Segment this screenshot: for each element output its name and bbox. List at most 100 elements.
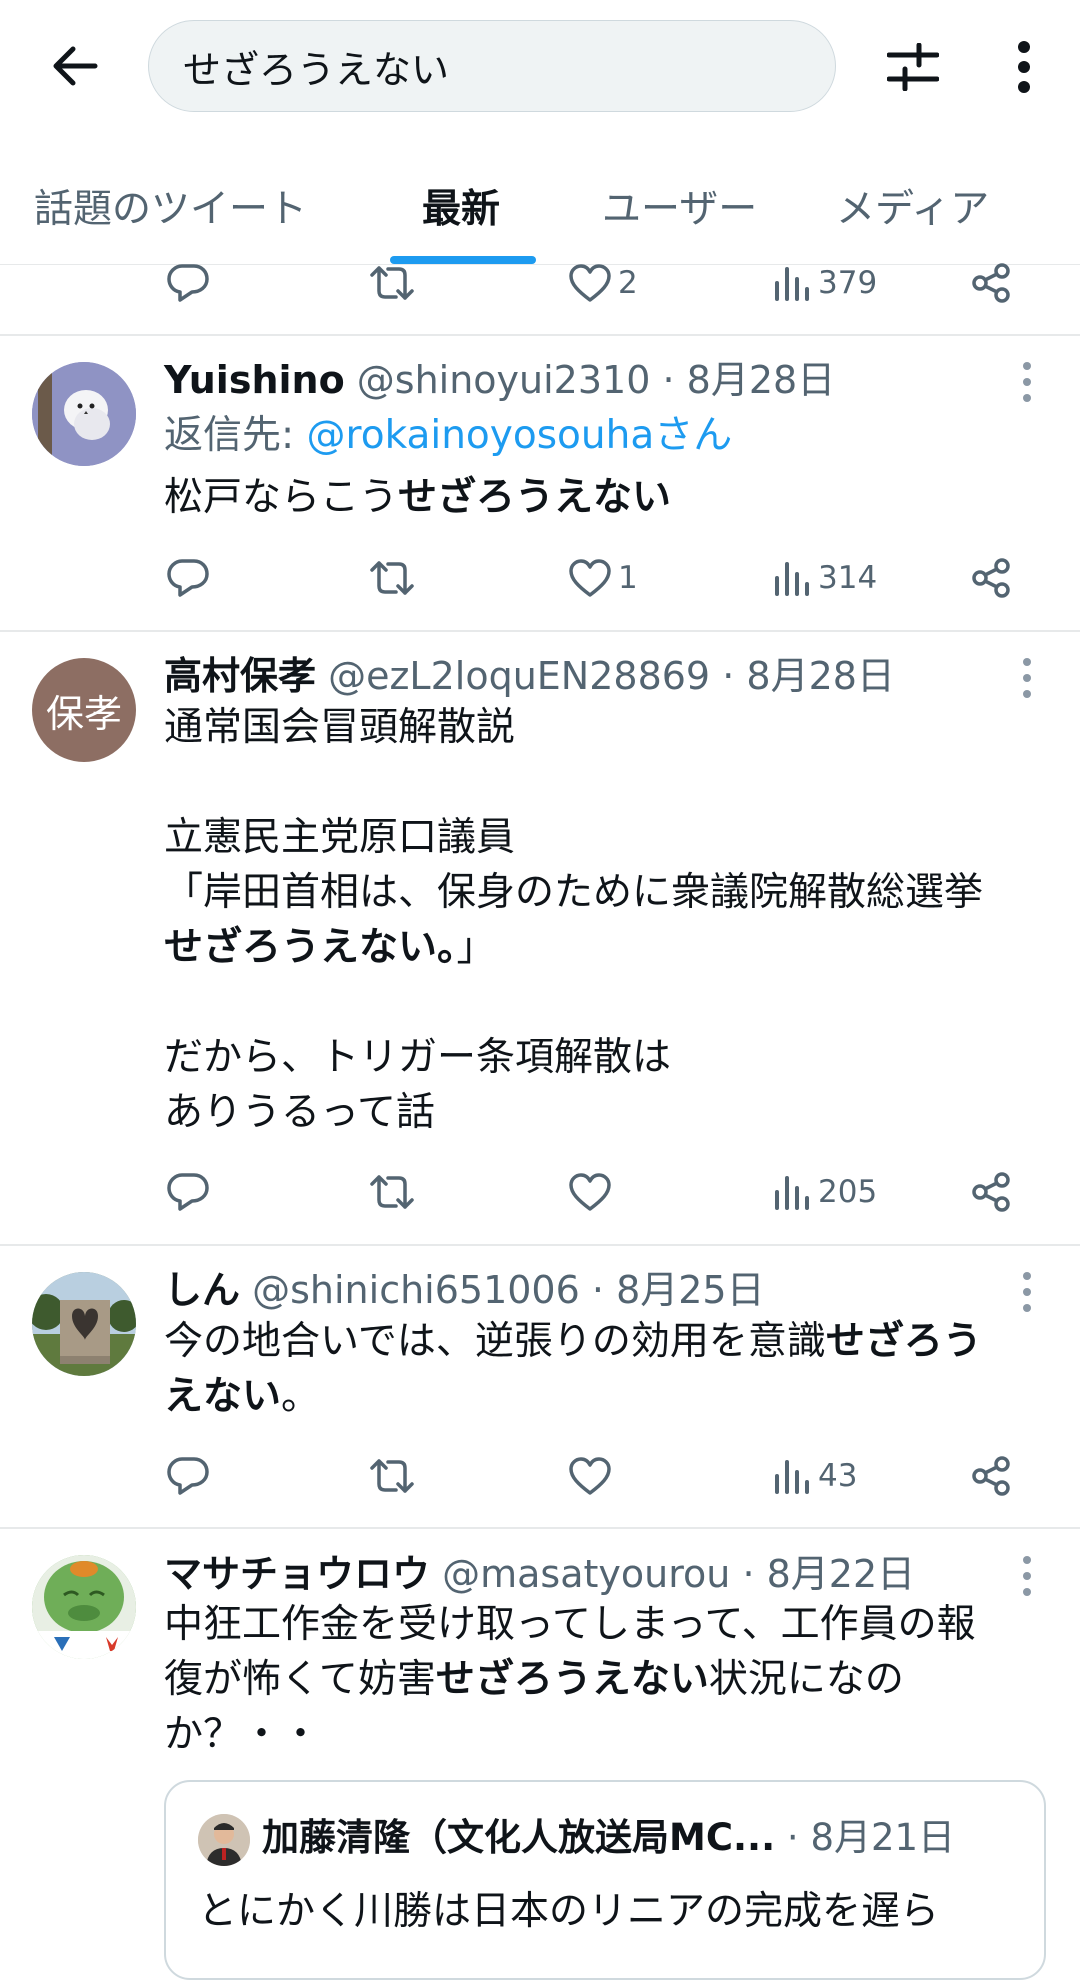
views-button[interactable]: 43 bbox=[772, 1446, 857, 1506]
user-handle[interactable]: @masatyourou bbox=[442, 1552, 730, 1596]
tweet-text: ありうるって話 bbox=[164, 1085, 435, 1140]
tab-people[interactable]: ユーザー bbox=[602, 178, 757, 234]
like-button[interactable] bbox=[568, 1446, 618, 1506]
tweet-actions: 205 bbox=[0, 1162, 1080, 1222]
tweet-actions: 43 bbox=[0, 1446, 1080, 1506]
share-icon bbox=[972, 263, 1010, 303]
tweet-header: Yuishino @shinoyui2310 · 8月28日 bbox=[164, 354, 835, 406]
share-button[interactable] bbox=[970, 253, 1012, 313]
tweet-date[interactable]: 8月28日 bbox=[746, 654, 895, 698]
reply-button[interactable] bbox=[166, 1446, 210, 1506]
tweet-text: 復が怖くて妨害せざろうえない状況になの bbox=[164, 1652, 904, 1707]
retweet-icon bbox=[370, 1175, 414, 1209]
share-button[interactable] bbox=[970, 548, 1012, 608]
back-button[interactable] bbox=[40, 40, 110, 92]
quote-avatar[interactable] bbox=[198, 1814, 250, 1866]
tweet-more-icon[interactable] bbox=[1018, 1552, 1036, 1600]
search-filter-button[interactable] bbox=[880, 34, 946, 100]
tweet-text: 通常国会冒頭解散説 bbox=[164, 700, 515, 755]
reply-mention-link[interactable]: @rokainoyosouhaさん bbox=[307, 413, 733, 458]
display-name[interactable]: Yuishino bbox=[164, 358, 345, 402]
reply-button[interactable] bbox=[166, 253, 210, 313]
tab-media[interactable]: メディア bbox=[836, 178, 989, 234]
separator-dot: · bbox=[786, 1816, 811, 1859]
tweet-date[interactable]: 8月28日 bbox=[687, 358, 836, 402]
tab-top[interactable]: 話題のツイート bbox=[34, 178, 307, 234]
reply-button[interactable] bbox=[166, 548, 210, 608]
like-button[interactable]: 2 bbox=[568, 253, 638, 313]
quote-date[interactable]: 8月21日 bbox=[810, 1816, 955, 1859]
display-name[interactable]: 高村保孝 bbox=[164, 654, 316, 698]
search-highlight: せざろう bbox=[825, 1319, 982, 1364]
retweet-icon bbox=[370, 266, 414, 300]
previous-tweet-actions: 2 379 bbox=[0, 253, 1080, 313]
retweet-button[interactable] bbox=[368, 253, 416, 313]
quoted-tweet[interactable]: 加藤清隆（文化人放送局MC... · 8月21日 とにかく川勝は日本のリニアの完… bbox=[164, 1780, 1046, 1980]
search-highlight: えない bbox=[164, 1374, 282, 1419]
views-button[interactable]: 379 bbox=[772, 253, 877, 313]
search-input[interactable]: せざろうえない bbox=[148, 20, 836, 112]
user-handle[interactable]: @shinoyui2310 bbox=[357, 358, 651, 402]
tweet-text-line: ありうるって話 bbox=[164, 1090, 436, 1135]
more-options-button[interactable] bbox=[994, 34, 1054, 100]
like-count: 1 bbox=[618, 560, 638, 596]
avatar[interactable] bbox=[32, 1272, 136, 1376]
tweet-date[interactable]: 8月22日 bbox=[767, 1552, 916, 1596]
bar-chart-icon bbox=[775, 562, 809, 596]
tweet-text-part: 松戸ならこう bbox=[164, 475, 399, 520]
tweet-text: だから、トリガー条項解散は bbox=[164, 1030, 671, 1085]
tweet-text-line: 立憲民主党原口議員 bbox=[164, 815, 516, 860]
user-handle[interactable]: @ezL2loquEN28869 bbox=[328, 654, 710, 698]
quote-text: とにかく川勝は日本のリニアの完成を遅ら bbox=[198, 1889, 940, 1934]
share-icon bbox=[972, 1456, 1010, 1496]
retweet-icon bbox=[370, 561, 414, 595]
reply-prefix: 返信先: bbox=[164, 413, 307, 458]
tab-latest[interactable]: 最新 bbox=[422, 178, 500, 234]
tweet-text: 「岸田首相は、保身のために衆議院解散総選挙 bbox=[164, 865, 983, 920]
tweet-text-part: 。 bbox=[281, 1374, 321, 1419]
display-name[interactable]: しん bbox=[164, 1268, 240, 1312]
like-button[interactable] bbox=[568, 1162, 618, 1222]
retweet-button[interactable] bbox=[368, 1446, 416, 1506]
search-query: せざろうえない bbox=[183, 47, 450, 92]
quote-display-name[interactable]: 加藤清隆（文化人放送局MC... bbox=[262, 1816, 775, 1859]
tweet-more-icon[interactable] bbox=[1018, 654, 1036, 702]
divider bbox=[0, 1527, 1080, 1529]
user-handle[interactable]: @shinichi651006 bbox=[252, 1268, 580, 1312]
share-button[interactable] bbox=[970, 1446, 1012, 1506]
tweet-date[interactable]: 8月25日 bbox=[616, 1268, 765, 1312]
display-name[interactable]: マサチョウロウ bbox=[164, 1552, 430, 1596]
views-button[interactable]: 314 bbox=[772, 548, 877, 608]
view-count: 314 bbox=[818, 560, 878, 596]
tweet-more-icon[interactable] bbox=[1018, 358, 1036, 406]
bird-avatar-image bbox=[32, 362, 136, 466]
search-tabs: 話題のツイート 最新 ユーザー メディア bbox=[0, 132, 1080, 265]
avatar[interactable] bbox=[32, 362, 136, 466]
view-count: 205 bbox=[818, 1174, 878, 1210]
avatar[interactable] bbox=[32, 1555, 136, 1659]
share-icon bbox=[972, 558, 1010, 598]
tweet-more-icon[interactable] bbox=[1018, 1268, 1036, 1316]
sculpture-avatar-image bbox=[32, 1272, 136, 1376]
tweet-text: 中狂工作金を受け取ってしまって、工作員の報 bbox=[164, 1597, 976, 1652]
avatar-initials: 保孝 bbox=[45, 691, 122, 736]
tweet-text-part: 今の地合いでは、逆張りの効用を意識 bbox=[164, 1319, 826, 1364]
reply-icon bbox=[167, 264, 209, 302]
tweet-text-line: 「岸田首相は、保身のために衆議院解散総選挙 bbox=[164, 870, 984, 915]
like-count: 2 bbox=[618, 265, 638, 301]
tweet-text-line: 通常国会冒頭解散説 bbox=[164, 705, 516, 750]
share-button[interactable] bbox=[970, 1162, 1012, 1222]
avatar[interactable]: 保孝 bbox=[32, 658, 136, 762]
retweet-button[interactable] bbox=[368, 548, 416, 608]
reply-button[interactable] bbox=[166, 1162, 210, 1222]
separator-dot: · bbox=[662, 358, 675, 402]
like-button[interactable]: 1 bbox=[568, 548, 638, 608]
views-button[interactable]: 205 bbox=[772, 1162, 877, 1222]
reply-context: 返信先: @rokainoyosouhaさん bbox=[164, 410, 732, 462]
bar-chart-icon bbox=[775, 267, 809, 301]
reply-icon bbox=[167, 559, 209, 597]
tweet-text-line: 中狂工作金を受け取ってしまって、工作員の報 bbox=[164, 1602, 976, 1647]
share-icon bbox=[972, 1172, 1010, 1212]
retweet-button[interactable] bbox=[368, 1162, 416, 1222]
heart-icon bbox=[569, 559, 611, 597]
